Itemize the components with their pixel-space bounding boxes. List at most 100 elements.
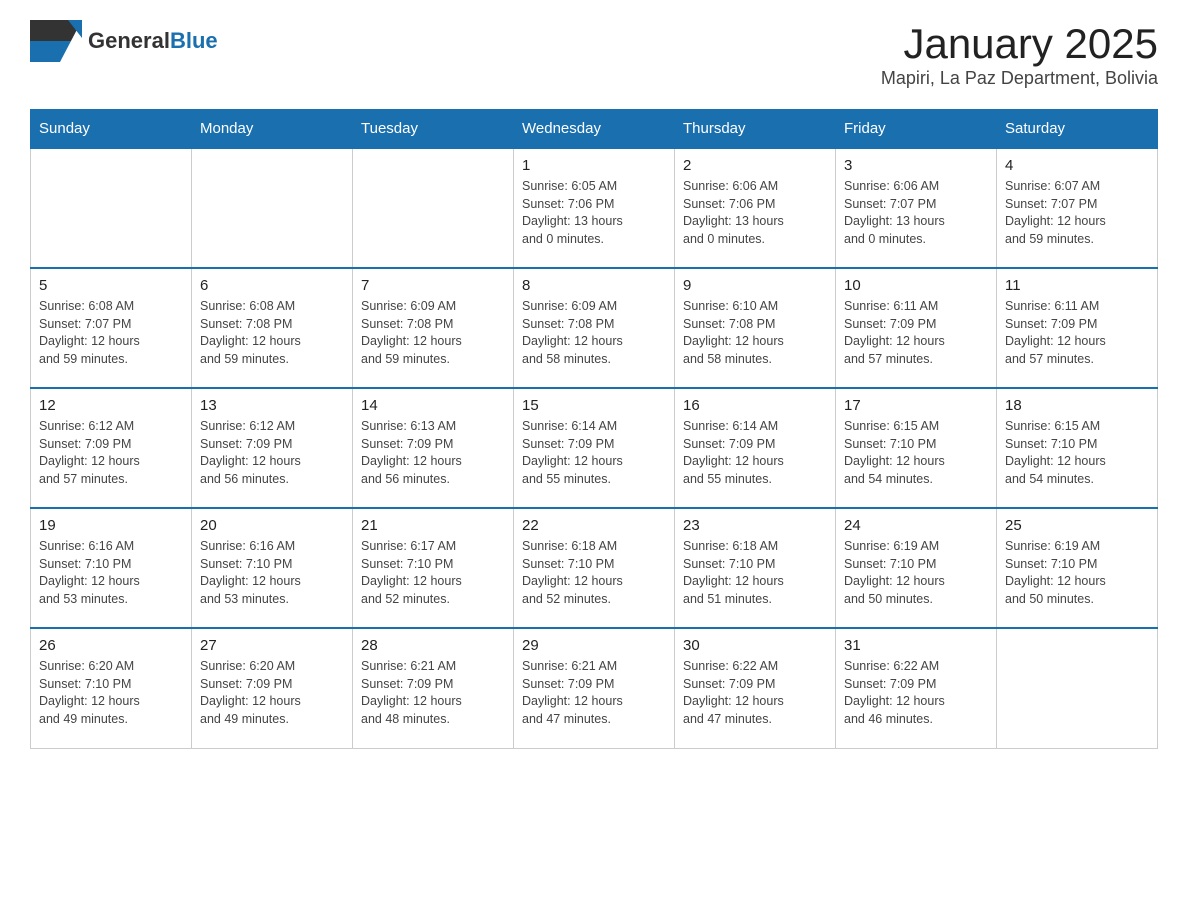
weekday-header-friday: Friday [836,110,997,149]
calendar-cell: 15 Sunrise: 6:14 AM Sunset: 7:09 PM Dayli… [514,388,675,508]
day-info: Sunrise: 6:22 AM Sunset: 7:09 PM Dayligh… [844,658,988,728]
calendar-header: SundayMondayTuesdayWednesdayThursdayFrid… [31,110,1158,149]
calendar-cell: 24 Sunrise: 6:19 AM Sunset: 7:10 PM Dayli… [836,508,997,628]
calendar-cell: 5 Sunrise: 6:08 AM Sunset: 7:07 PM Daylig… [31,268,192,388]
day-info: Sunrise: 6:16 AM Sunset: 7:10 PM Dayligh… [200,538,344,608]
day-number: 29 [522,637,666,654]
calendar-cell: 16Sunrise: 6:14 AM Sunset: 7:09 PM Dayli… [675,388,836,508]
day-number: 9 [683,277,827,294]
weekday-header-row: SundayMondayTuesdayWednesdayThursdayFrid… [31,110,1158,149]
day-info: Sunrise: 6:13 AM Sunset: 7:09 PM Dayligh… [361,418,505,488]
day-number: 2 [683,157,827,174]
day-info: Sunrise: 6:15 AM Sunset: 7:10 PM Dayligh… [844,418,988,488]
weekday-header-sunday: Sunday [31,110,192,149]
calendar-cell: 25 Sunrise: 6:19 AM Sunset: 7:10 PM Dayli… [997,508,1158,628]
calendar-cell: 19 Sunrise: 6:16 AM Sunset: 7:10 PM Dayli… [31,508,192,628]
day-info: Sunrise: 6:06 AM Sunset: 7:06 PM Dayligh… [683,178,827,248]
weekday-header-thursday: Thursday [675,110,836,149]
day-info: Sunrise: 6:08 AM Sunset: 7:07 PM Dayligh… [39,298,183,368]
day-info: Sunrise: 6:21 AM Sunset: 7:09 PM Dayligh… [361,658,505,728]
day-number: 26 [39,637,183,654]
day-number: 8 [522,277,666,294]
calendar-cell: 9 Sunrise: 6:10 AM Sunset: 7:08 PM Daylig… [675,268,836,388]
day-info: Sunrise: 6:17 AM Sunset: 7:10 PM Dayligh… [361,538,505,608]
calendar-week-4: 19 Sunrise: 6:16 AM Sunset: 7:10 PM Dayli… [31,508,1158,628]
calendar-week-5: 26 Sunrise: 6:20 AM Sunset: 7:10 PM Dayli… [31,628,1158,748]
day-number: 20 [200,517,344,534]
calendar-cell: 26 Sunrise: 6:20 AM Sunset: 7:10 PM Dayli… [31,628,192,748]
page-header: GeneralBlue January 2025 Mapiri, La Paz … [30,20,1158,89]
calendar-cell [997,628,1158,748]
day-number: 22 [522,517,666,534]
calendar-cell: 17 Sunrise: 6:15 AM Sunset: 7:10 PM Dayli… [836,388,997,508]
day-info: Sunrise: 6:22 AM Sunset: 7:09 PM Dayligh… [683,658,827,728]
calendar-table: SundayMondayTuesdayWednesdayThursdayFrid… [30,109,1158,749]
day-number: 3 [844,157,988,174]
day-number: 15 [522,397,666,414]
day-info: Sunrise: 6:16 AM Sunset: 7:10 PM Dayligh… [39,538,183,608]
calendar-cell [353,148,514,268]
calendar-cell: 1Sunrise: 6:05 AM Sunset: 7:06 PM Daylig… [514,148,675,268]
logo: GeneralBlue [30,20,218,62]
calendar-cell [31,148,192,268]
calendar-cell: 31 Sunrise: 6:22 AM Sunset: 7:09 PM Dayli… [836,628,997,748]
day-info: Sunrise: 6:08 AM Sunset: 7:08 PM Dayligh… [200,298,344,368]
day-number: 23 [683,517,827,534]
day-info: Sunrise: 6:11 AM Sunset: 7:09 PM Dayligh… [844,298,988,368]
day-info: Sunrise: 6:20 AM Sunset: 7:09 PM Dayligh… [200,658,344,728]
day-info: Sunrise: 6:21 AM Sunset: 7:09 PM Dayligh… [522,658,666,728]
day-info: Sunrise: 6:10 AM Sunset: 7:08 PM Dayligh… [683,298,827,368]
title-block: January 2025 Mapiri, La Paz Department, … [881,20,1158,89]
calendar-cell: 8Sunrise: 6:09 AM Sunset: 7:08 PM Daylig… [514,268,675,388]
day-number: 10 [844,277,988,294]
calendar-week-3: 12Sunrise: 6:12 AM Sunset: 7:09 PM Dayli… [31,388,1158,508]
day-info: Sunrise: 6:09 AM Sunset: 7:08 PM Dayligh… [361,298,505,368]
day-info: Sunrise: 6:18 AM Sunset: 7:10 PM Dayligh… [683,538,827,608]
day-number: 4 [1005,157,1149,174]
day-info: Sunrise: 6:07 AM Sunset: 7:07 PM Dayligh… [1005,178,1149,248]
day-number: 14 [361,397,505,414]
day-info: Sunrise: 6:12 AM Sunset: 7:09 PM Dayligh… [39,418,183,488]
day-number: 13 [200,397,344,414]
calendar-cell: 23 Sunrise: 6:18 AM Sunset: 7:10 PM Dayli… [675,508,836,628]
day-info: Sunrise: 6:20 AM Sunset: 7:10 PM Dayligh… [39,658,183,728]
logo-icon [30,20,82,62]
day-number: 25 [1005,517,1149,534]
day-number: 17 [844,397,988,414]
calendar-cell: 22 Sunrise: 6:18 AM Sunset: 7:10 PM Dayli… [514,508,675,628]
day-number: 27 [200,637,344,654]
calendar-cell: 7Sunrise: 6:09 AM Sunset: 7:08 PM Daylig… [353,268,514,388]
calendar-cell: 21 Sunrise: 6:17 AM Sunset: 7:10 PM Dayli… [353,508,514,628]
day-info: Sunrise: 6:18 AM Sunset: 7:10 PM Dayligh… [522,538,666,608]
day-info: Sunrise: 6:19 AM Sunset: 7:10 PM Dayligh… [1005,538,1149,608]
calendar-cell: 29 Sunrise: 6:21 AM Sunset: 7:09 PM Dayli… [514,628,675,748]
day-number: 1 [522,157,666,174]
day-number: 19 [39,517,183,534]
day-info: Sunrise: 6:19 AM Sunset: 7:10 PM Dayligh… [844,538,988,608]
calendar-cell: 30Sunrise: 6:22 AM Sunset: 7:09 PM Dayli… [675,628,836,748]
calendar-cell: 3 Sunrise: 6:06 AM Sunset: 7:07 PM Daylig… [836,148,997,268]
weekday-header-tuesday: Tuesday [353,110,514,149]
calendar-week-2: 5 Sunrise: 6:08 AM Sunset: 7:07 PM Daylig… [31,268,1158,388]
weekday-header-saturday: Saturday [997,110,1158,149]
day-info: Sunrise: 6:14 AM Sunset: 7:09 PM Dayligh… [683,418,827,488]
day-number: 21 [361,517,505,534]
day-number: 24 [844,517,988,534]
calendar-cell: 2 Sunrise: 6:06 AM Sunset: 7:06 PM Daylig… [675,148,836,268]
logo-blue-text: Blue [170,28,218,53]
day-info: Sunrise: 6:14 AM Sunset: 7:09 PM Dayligh… [522,418,666,488]
calendar-cell: 10 Sunrise: 6:11 AM Sunset: 7:09 PM Dayli… [836,268,997,388]
calendar-cell: 6Sunrise: 6:08 AM Sunset: 7:08 PM Daylig… [192,268,353,388]
calendar-cell: 28 Sunrise: 6:21 AM Sunset: 7:09 PM Dayli… [353,628,514,748]
weekday-header-wednesday: Wednesday [514,110,675,149]
day-info: Sunrise: 6:11 AM Sunset: 7:09 PM Dayligh… [1005,298,1149,368]
calendar-cell: 13Sunrise: 6:12 AM Sunset: 7:09 PM Dayli… [192,388,353,508]
day-info: Sunrise: 6:06 AM Sunset: 7:07 PM Dayligh… [844,178,988,248]
calendar-cell: 14 Sunrise: 6:13 AM Sunset: 7:09 PM Dayli… [353,388,514,508]
calendar-body: 1Sunrise: 6:05 AM Sunset: 7:06 PM Daylig… [31,148,1158,748]
calendar-cell: 11 Sunrise: 6:11 AM Sunset: 7:09 PM Dayli… [997,268,1158,388]
day-number: 28 [361,637,505,654]
day-number: 5 [39,277,183,294]
day-number: 11 [1005,277,1149,294]
day-number: 31 [844,637,988,654]
